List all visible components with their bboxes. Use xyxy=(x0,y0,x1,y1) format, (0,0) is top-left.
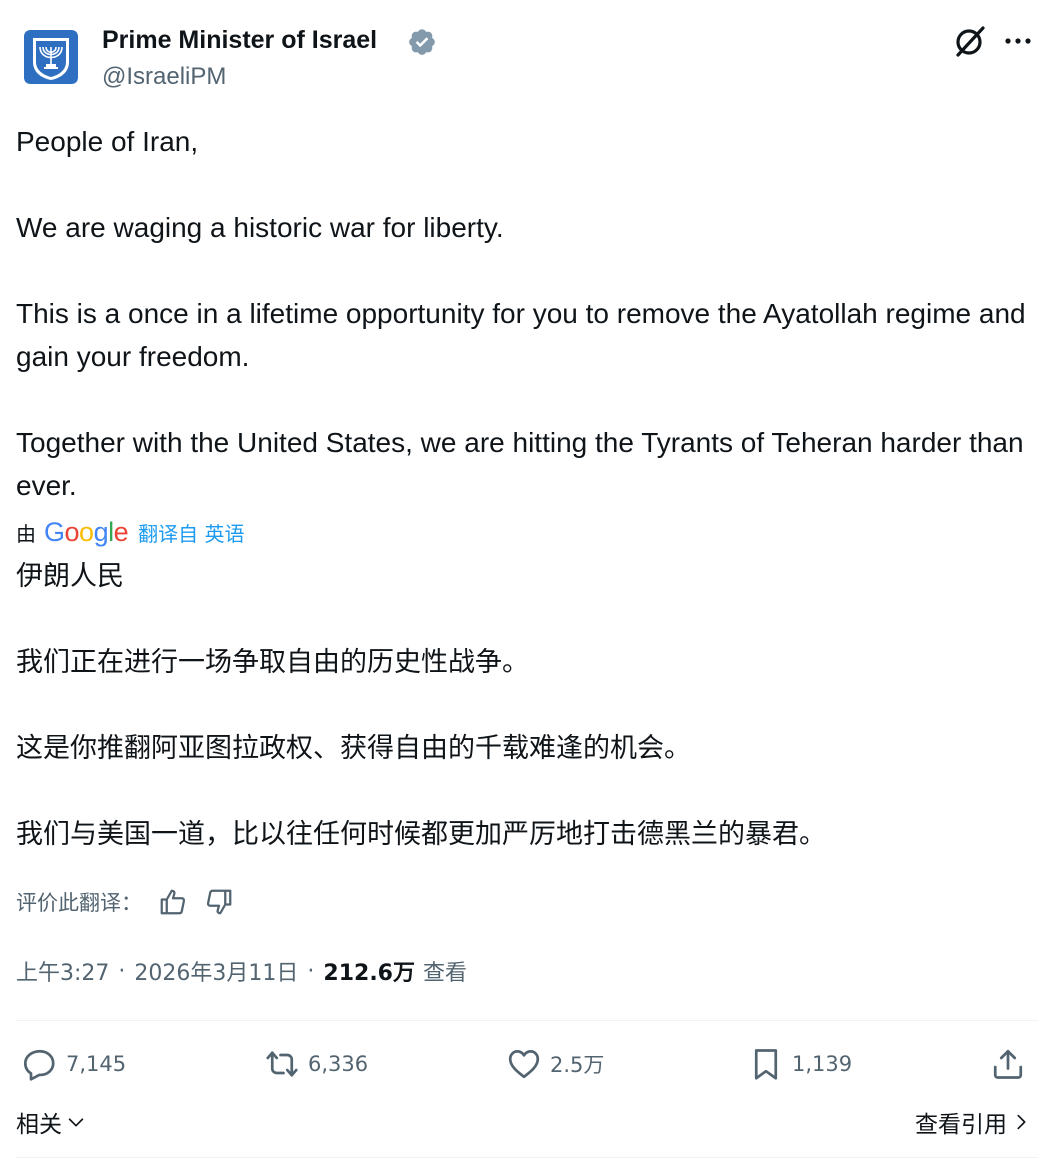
tweet: Prime Minister of Israel @IsraeliPM Peop… xyxy=(0,0,1054,1160)
divider xyxy=(16,1157,1038,1158)
tweet-meta: 上午3:27 · 2026年3月11日 · 212.6万 查看 xyxy=(16,953,467,989)
reply-icon xyxy=(23,1049,55,1081)
like-button[interactable]: 2.5万 xyxy=(506,1043,604,1085)
views-count: 212.6万 xyxy=(323,961,415,986)
divider xyxy=(16,1020,1038,1021)
translation-paragraph: 这是你推翻阿亚图拉政权、获得自由的千载难逢的机会。 xyxy=(16,733,691,764)
bookmark-icon xyxy=(754,1049,778,1080)
like-count: 2.5万 xyxy=(550,1053,605,1077)
heart-icon xyxy=(508,1050,540,1079)
repost-count: 6,336 xyxy=(308,1052,369,1076)
tweet-paragraph: Together with the United States, we are … xyxy=(16,427,1024,501)
reply-count: 7,145 xyxy=(66,1052,127,1076)
share-button[interactable] xyxy=(990,1043,1026,1085)
rate-translation: 评价此翻译： xyxy=(16,884,250,920)
google-logo: Google xyxy=(44,516,129,547)
repost-button[interactable]: 6,336 xyxy=(264,1043,368,1085)
verified-badge-icon xyxy=(409,29,435,55)
view-quotes-link[interactable]: 查看引用 xyxy=(915,1102,1032,1142)
avatar[interactable] xyxy=(24,30,78,84)
chevron-right-icon xyxy=(1017,1114,1026,1130)
share-icon xyxy=(993,1049,1023,1079)
more-icon[interactable] xyxy=(1002,26,1034,56)
translation-paragraph: 伊朗人民 xyxy=(16,561,124,592)
related-label: 相关 xyxy=(16,1112,62,1138)
author-handle[interactable]: @IsraeliPM xyxy=(102,63,226,91)
thumbs-down-icon[interactable] xyxy=(204,887,234,917)
meta-separator: · xyxy=(307,958,315,984)
related-dropdown[interactable]: 相关 xyxy=(16,1102,87,1142)
tweet-time[interactable]: 上午3:27 xyxy=(16,955,109,987)
translation-paragraph: 我们正在进行一场争取自由的历史性战争。 xyxy=(16,647,529,678)
author-name[interactable]: Prime Minister of Israel xyxy=(102,26,377,55)
translated-from-link[interactable]: 翻译自 英语 xyxy=(138,518,244,547)
grok-icon[interactable] xyxy=(953,24,987,58)
chevron-down-icon xyxy=(68,1118,84,1127)
repost-icon xyxy=(266,1051,298,1077)
bookmark-button[interactable]: 1,139 xyxy=(748,1043,852,1085)
tweet-paragraph: We are waging a historic war for liberty… xyxy=(16,212,504,243)
rate-translation-label: 评价此翻译： xyxy=(16,891,142,915)
view-quotes-label: 查看引用 xyxy=(915,1112,1007,1138)
translated-by-label: 由 xyxy=(16,521,36,546)
tweet-date[interactable]: 2026年3月11日 xyxy=(134,955,298,987)
thumbs-up-icon[interactable] xyxy=(158,887,188,917)
tweet-paragraph: This is a once in a lifetime opportunity… xyxy=(16,298,1026,372)
views-label: 查看 xyxy=(422,961,467,986)
reply-button[interactable]: 7,145 xyxy=(22,1043,126,1085)
meta-separator: · xyxy=(118,958,126,984)
tweet-paragraph: People of Iran, xyxy=(16,126,199,157)
translation-attribution: 由 Google 翻译自 英语 xyxy=(16,515,245,549)
bookmark-count: 1,139 xyxy=(792,1052,853,1076)
translation-paragraph: 我们与美国一道，比以往任何时候都更加严厉地打击德黑兰的暴君。 xyxy=(16,819,826,850)
